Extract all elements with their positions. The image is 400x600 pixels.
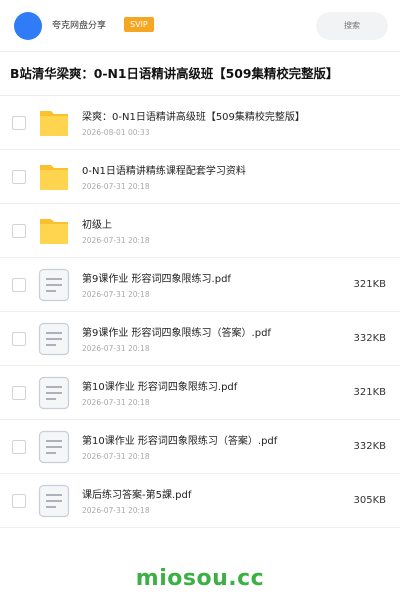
- title-bar: B站清华梁爽：0-N1日语精讲高级班【509集精校完整版】: [0, 52, 400, 96]
- file-date: 2026-07-31 20:18: [82, 452, 150, 461]
- file-date: 2026-07-31 20:18: [82, 236, 150, 245]
- document-icon: [38, 268, 70, 302]
- file-size: 305KB: [353, 495, 386, 506]
- file-row[interactable]: 初级上 2026-07-31 20:18: [0, 204, 400, 258]
- file-name[interactable]: 梁爽：0-N1日语精讲高级班【509集精校完整版】: [82, 111, 305, 124]
- checkbox[interactable]: [12, 386, 26, 400]
- file-row[interactable]: 0-N1日语精讲精练课程配套学习资料 2026-07-31 20:18: [0, 150, 400, 204]
- file-row[interactable]: 第9课作业 形容词四象限练习（答案）.pdf 2026-07-31 20:18 …: [0, 312, 400, 366]
- file-size: 332KB: [353, 333, 386, 344]
- checkbox[interactable]: [12, 278, 26, 292]
- file-size: 321KB: [353, 279, 386, 290]
- folder-icon: [40, 165, 68, 190]
- folder-icon: [40, 111, 68, 136]
- file-name[interactable]: 初级上: [82, 219, 112, 232]
- file-date: 2026-07-31 20:18: [82, 398, 150, 407]
- checkbox[interactable]: [12, 170, 26, 184]
- file-name[interactable]: 第10课作业 形容词四象限练习（答案）.pdf: [82, 435, 277, 448]
- file-size: 321KB: [353, 387, 386, 398]
- file-row[interactable]: 第10课作业 形容词四象限练习（答案）.pdf 2026-07-31 20:18…: [0, 420, 400, 474]
- checkbox[interactable]: [12, 440, 26, 454]
- file-row[interactable]: 梁爽：0-N1日语精讲高级班【509集精校完整版】 2026-08-01 00:…: [0, 96, 400, 150]
- file-date: 2026-07-31 20:18: [82, 344, 150, 353]
- file-row[interactable]: 第10课作业 形容词四象限练习.pdf 2026-07-31 20:18 321…: [0, 366, 400, 420]
- svip-badge: SVIP: [124, 17, 154, 32]
- watermark-text: miosou.cc: [135, 566, 265, 591]
- page-title: B站清华梁爽：0-N1日语精讲高级班【509集精校完整版】: [10, 66, 339, 81]
- file-date: 2026-07-31 20:18: [82, 182, 150, 191]
- file-name[interactable]: 第9课作业 形容词四象限练习（答案）.pdf: [82, 327, 271, 340]
- file-row[interactable]: 第9课作业 形容词四象限练习.pdf 2026-07-31 20:18 321K…: [0, 258, 400, 312]
- file-date: 2026-07-31 20:18: [82, 506, 150, 515]
- file-date: 2026-07-31 20:18: [82, 290, 150, 299]
- checkbox[interactable]: [12, 332, 26, 346]
- checkbox[interactable]: [12, 116, 26, 130]
- file-name[interactable]: 0-N1日语精讲精练课程配套学习资料: [82, 165, 246, 178]
- file-row[interactable]: 课后练习答案-第5課.pdf 2026-07-31 20:18 305KB: [0, 474, 400, 528]
- file-list: 梁爽：0-N1日语精讲高级班【509集精校完整版】 2026-08-01 00:…: [0, 96, 400, 528]
- avatar[interactable]: [14, 12, 42, 40]
- search-input[interactable]: [316, 12, 388, 40]
- top-header: 夸克网盘分享 SVIP: [0, 0, 400, 52]
- document-icon: [38, 430, 70, 464]
- file-name[interactable]: 第9课作业 形容词四象限练习.pdf: [82, 273, 231, 286]
- app-name: 夸克网盘分享: [52, 21, 107, 31]
- file-size: 332KB: [353, 441, 386, 452]
- checkbox[interactable]: [12, 224, 26, 238]
- checkbox[interactable]: [12, 494, 26, 508]
- document-icon: [38, 376, 70, 410]
- file-date: 2026-08-01 00:33: [82, 128, 150, 137]
- document-icon: [38, 484, 70, 518]
- document-icon: [38, 322, 70, 356]
- folder-icon: [40, 219, 68, 244]
- file-name[interactable]: 课后练习答案-第5課.pdf: [82, 489, 191, 502]
- file-name[interactable]: 第10课作业 形容词四象限练习.pdf: [82, 381, 237, 394]
